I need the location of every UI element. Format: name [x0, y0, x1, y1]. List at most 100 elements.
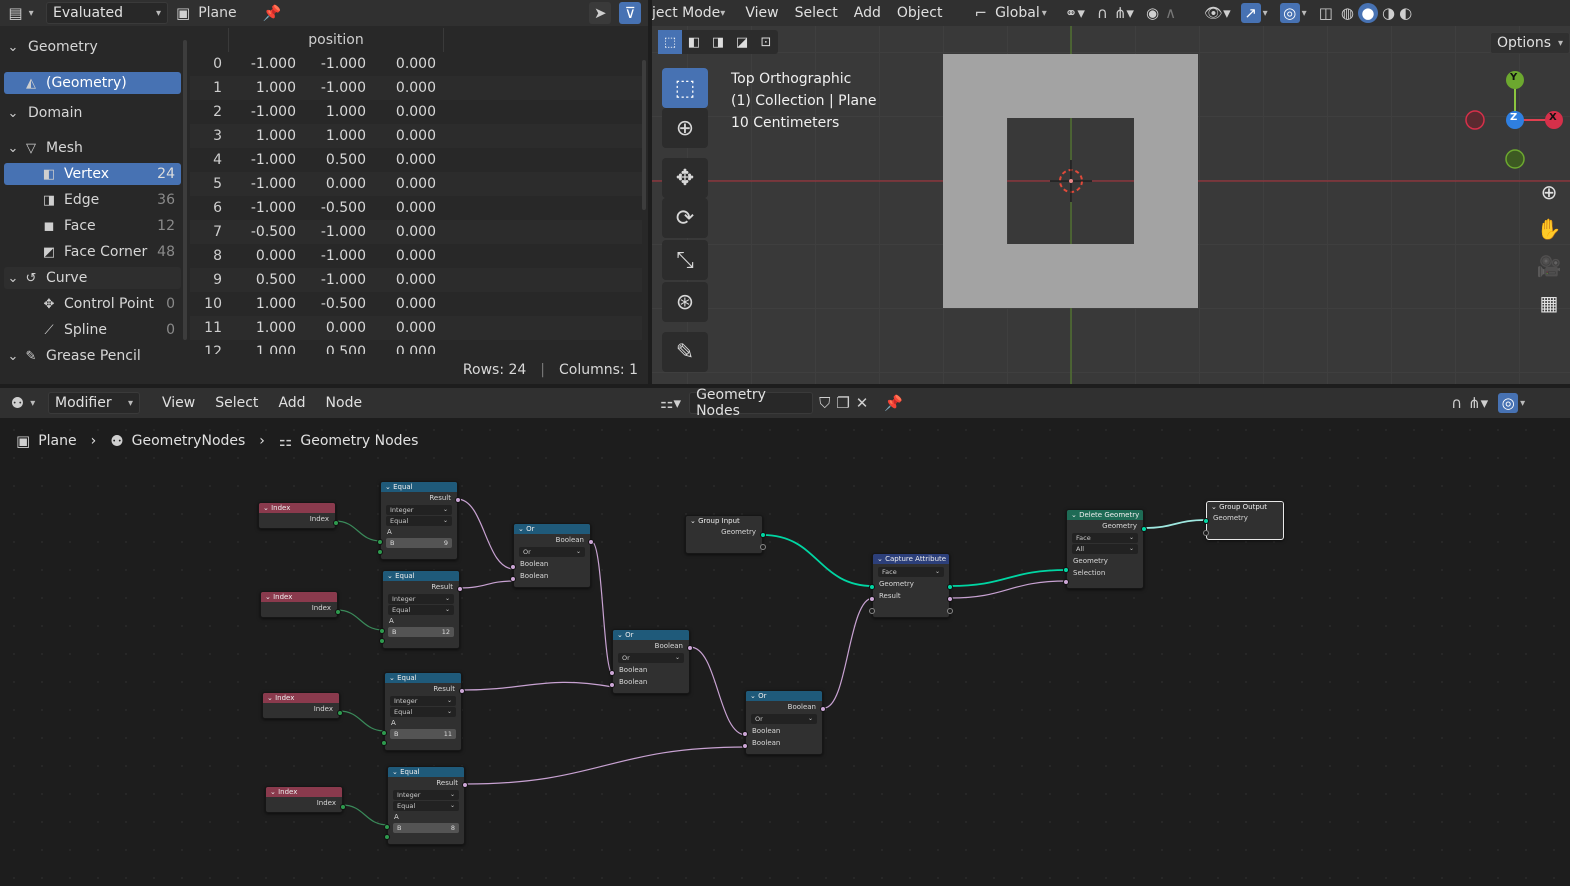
gizmo-z-label[interactable]: Z	[1510, 112, 1517, 123]
ne-menu-add[interactable]: Add	[270, 395, 313, 411]
scale-tool[interactable]: ⤡	[662, 240, 708, 280]
node-index-4[interactable]: ⌄ Index Index	[265, 786, 346, 813]
node-index-header[interactable]: ⌄ Index	[259, 503, 335, 513]
socket-result-out[interactable]	[947, 596, 953, 602]
selected-only-icon[interactable]: ➤	[589, 2, 612, 24]
move-tool[interactable]: ✥	[662, 158, 708, 198]
node-equal-header[interactable]: ⌄ Equal	[381, 482, 457, 492]
node-delete-header[interactable]: ⌄ Delete Geometry	[1067, 510, 1143, 520]
tree-geometry-header[interactable]: ⌄ Geometry	[4, 36, 181, 58]
gizmo-x-label[interactable]: X	[1549, 112, 1557, 123]
socket-boolean-out[interactable]	[588, 539, 594, 545]
select-new-icon[interactable]: ⬚	[658, 30, 682, 54]
ortho-grid-icon[interactable]: ▦	[1532, 285, 1566, 322]
socket-b-in[interactable]	[384, 834, 390, 840]
tree-item-vertex[interactable]: ◧ Vertex 24	[4, 163, 181, 185]
cursor-tool[interactable]: ⊕	[662, 108, 708, 148]
node-equal-1[interactable]: ⌄ Equal Result Integer ⌄ Equal ⌄ A B9	[377, 481, 461, 560]
socket-b-in[interactable]	[377, 549, 383, 555]
socket-geometry-in[interactable]	[1063, 567, 1069, 573]
socket-empty-in[interactable]	[869, 608, 875, 614]
capture-domain-select[interactable]: Face ⌄	[878, 567, 944, 577]
node-index-2[interactable]: ⌄ Index Index	[260, 591, 341, 618]
select-subtract-icon[interactable]: ◨	[706, 30, 730, 54]
socket-index-out[interactable]	[340, 804, 346, 810]
editor-type-icon[interactable]: ▤ ▾	[4, 4, 38, 22]
b-value-field[interactable]: B9	[386, 538, 452, 548]
node-group-output-header[interactable]: ⌄ Group Output	[1207, 502, 1283, 512]
socket-value-in[interactable]	[869, 596, 875, 602]
socket-a-in[interactable]	[377, 539, 383, 545]
evaluation-mode-select[interactable]: Evaluated ▾	[46, 2, 168, 24]
tree-item-face[interactable]: ◼ Face 12	[4, 215, 181, 237]
context-mode-select[interactable]: Modifier ▾	[48, 392, 140, 414]
transform-tool[interactable]: ⊛	[662, 282, 708, 322]
camera-view-icon[interactable]: 🎥	[1532, 248, 1566, 285]
menu-add[interactable]: Add	[846, 5, 889, 21]
socket-selection-in[interactable]	[1063, 579, 1069, 585]
boolean-op-select[interactable]: Or ⌄	[751, 714, 817, 724]
socket-result-out[interactable]	[457, 586, 463, 592]
visibility-icon[interactable]: 👁▾	[1204, 4, 1231, 22]
data-type-select[interactable]: Integer ⌄	[388, 594, 454, 604]
socket-boolean-in-2[interactable]	[510, 576, 516, 582]
options-dropdown[interactable]: Options ▾	[1490, 32, 1570, 54]
ne-snap-icon[interactable]: ∩	[1451, 394, 1462, 412]
node-tree-browse-icon[interactable]: ⚏▾	[660, 394, 681, 412]
shading-rendered-icon[interactable]: ◐	[1399, 4, 1412, 22]
proportional-edit-icon[interactable]: ◉	[1146, 4, 1159, 22]
node-or-1[interactable]: ⌄ Or Boolean Or ⌄ Boolean Boolean	[510, 523, 594, 588]
socket-index-out[interactable]	[337, 710, 343, 716]
socket-boolean-out[interactable]	[820, 706, 826, 712]
node-index-1[interactable]: ⌄ Index Index	[258, 502, 339, 529]
ne-menu-select[interactable]: Select	[207, 395, 266, 411]
node-index-header[interactable]: ⌄ Index	[266, 787, 342, 797]
socket-a-in[interactable]	[379, 628, 385, 634]
tree-item-control-point[interactable]: ✥ Control Point 0	[4, 293, 181, 315]
pin-icon[interactable]: 📌	[263, 4, 282, 22]
node-equal-header[interactable]: ⌄ Equal	[383, 571, 459, 581]
socket-a-in[interactable]	[381, 730, 387, 736]
socket-boolean-out[interactable]	[687, 645, 693, 651]
filter-icon[interactable]: ⊽	[619, 2, 642, 24]
socket-result-out[interactable]	[455, 497, 461, 503]
select-box-tool[interactable]: ⬚	[662, 68, 708, 108]
socket-empty-out[interactable]	[760, 544, 766, 550]
node-or-header[interactable]: ⌄ Or	[514, 524, 590, 534]
socket-geometry-out[interactable]	[760, 532, 766, 538]
shading-wireframe-icon[interactable]: ◍	[1341, 4, 1354, 22]
data-type-select[interactable]: Integer ⌄	[386, 505, 452, 515]
ne-menu-node[interactable]: Node	[318, 395, 371, 411]
fake-user-shield-icon[interactable]: ⛉	[819, 394, 830, 412]
data-type-select[interactable]: Integer ⌄	[390, 696, 456, 706]
socket-a-in[interactable]	[384, 824, 390, 830]
node-equal-header[interactable]: ⌄ Equal	[385, 673, 461, 683]
zoom-icon[interactable]: ⊕	[1532, 174, 1566, 211]
pan-hand-icon[interactable]: ✋	[1532, 211, 1566, 248]
tree-item-edge[interactable]: ◨ Edge 36	[4, 189, 181, 211]
tree-curve[interactable]: ⌄ ↺ Curve	[4, 267, 181, 289]
select-intersect-icon[interactable]: ⊡	[754, 30, 778, 54]
close-icon[interactable]: ✕	[856, 394, 869, 412]
xray-icon[interactable]: ◫	[1319, 4, 1333, 22]
tree-scrollbar[interactable]	[183, 40, 187, 340]
tree-item-face-corner[interactable]: ◩ Face Corner 48	[4, 241, 181, 263]
falloff-icon[interactable]: ∧	[1165, 4, 1176, 22]
gizmo-toggle-icon[interactable]: ↗	[1240, 3, 1261, 23]
node-group-input[interactable]: ⌄ Group Input Geometry	[685, 515, 766, 554]
socket-empty-in[interactable]	[1203, 530, 1209, 536]
node-editor[interactable]: ⚉ ▾ Modifier ▾ View Select Add Node ⚏▾ Geo…	[0, 387, 1570, 886]
socket-b-in[interactable]	[381, 740, 387, 746]
select-extend-icon[interactable]: ◧	[682, 30, 706, 54]
socket-empty-out[interactable]	[947, 608, 953, 614]
node-capture-header[interactable]: ⌄ Capture Attribute	[873, 554, 949, 564]
pivot-point-icon[interactable]: ⚭▾	[1065, 4, 1085, 22]
tree-geometry-item[interactable]: ◭ (Geometry)	[4, 72, 181, 94]
operation-select[interactable]: Equal ⌄	[388, 605, 454, 615]
delete-domain-select[interactable]: Face ⌄	[1072, 533, 1138, 543]
b-value-field[interactable]: B 12	[388, 627, 454, 637]
socket-boolean-in-2[interactable]	[742, 743, 748, 749]
b-value-field[interactable]: B8	[393, 823, 459, 833]
gizmo-y-label[interactable]: Y	[1510, 72, 1517, 83]
tree-grease-pencil[interactable]: ⌄ ✎ Grease Pencil	[4, 345, 181, 360]
